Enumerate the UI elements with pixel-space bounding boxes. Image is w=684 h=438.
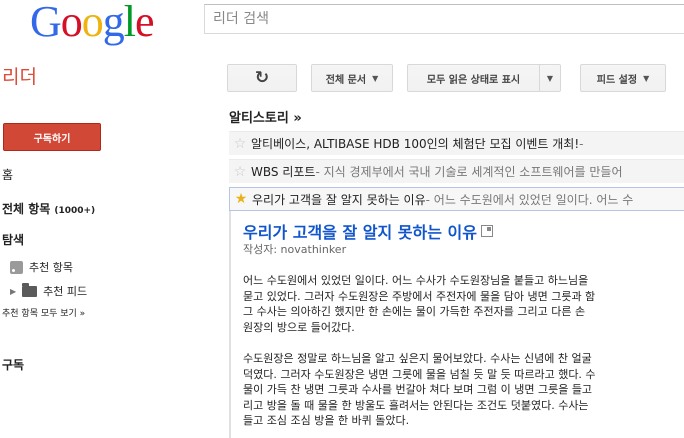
text-line: 물이 가득 찬 냉면 그릇과 수사를 번갈아 쳐다 보며 그럼 이 냉면 그릇을… <box>243 383 593 396</box>
logo-letter: l <box>123 0 136 46</box>
text-line: 묻고 있었다. 그러자 수도원장은 주방에서 주전자에 물을 담아 냉면 그릇과… <box>243 289 596 303</box>
stream-title[interactable]: 알티스토리 » <box>229 107 302 126</box>
item-title: WBS 리포트 <box>251 165 316 179</box>
item-snippet: - <box>579 136 584 151</box>
expand-arrow-icon[interactable]: ▶ <box>10 287 16 296</box>
text-line: 리고 방을 돌 때 물을 한 방울도 흘려서는 안된다는 조건도 덧붙였다. 수… <box>243 398 589 412</box>
star-icon[interactable]: ☆ <box>229 164 251 180</box>
entry-author: 작성자: novathinker <box>243 243 347 256</box>
sidebar-item-all-items[interactable]: 전체 항목 (1000+) <box>2 200 95 217</box>
chevron-down-icon: ▼ <box>643 73 650 83</box>
search-input[interactable] <box>204 4 684 34</box>
recommended-all-link[interactable]: 추천 항목 모두 보기 » <box>2 306 85 319</box>
list-item[interactable]: ☆ WBS 리포트 - 지식 경제부에서 국내 기술로 세계적인 소프트웨어를 … <box>229 159 684 183</box>
text-line: 덕였다. 그러자 수도원장은 냉면 그릇에 물을 넘칠 듯 말 듯 따르라고 했… <box>243 367 596 381</box>
external-link-icon[interactable] <box>480 225 493 237</box>
sidebar-item-recommended-feeds[interactable]: ▶ 추천 피드 <box>10 283 87 299</box>
refresh-button[interactable]: ↻ <box>227 64 297 92</box>
logo-letter: o <box>81 0 104 46</box>
logo-letter: e <box>135 0 155 46</box>
mark-all-read-dropdown[interactable]: ▼ <box>539 64 561 92</box>
app-title: 리더 <box>2 66 37 88</box>
feed-settings-label: 피드 설정 <box>596 74 638 86</box>
sidebar-section-subscriptions[interactable]: 구독 <box>2 356 24 373</box>
subscribe-button[interactable]: 구독하기 <box>3 123 101 151</box>
entry-paragraph: 수도원장은 정말로 하느님을 알고 싶은지 물어보았다. 수사는 신념에 찬 얼… <box>243 351 684 429</box>
chevron-down-icon: ▼ <box>546 73 554 83</box>
unread-count: (1000+) <box>54 206 96 216</box>
all-docs-label: 전체 문서 <box>325 74 367 86</box>
text-line: 그 수사는 의아하긴 했지만 한 손에는 물이 가득한 주전자를 그리고 다른 … <box>243 305 586 318</box>
text-line: 들고 조심 조심 방을 한 바퀴 돌았다. <box>243 414 410 427</box>
sidebar-item-home[interactable]: 홈 <box>2 166 13 183</box>
sidebar-item-recommended-items[interactable]: 추천 항목 <box>10 259 73 275</box>
text-line: 어느 수도원에서 있었던 일이다. 어느 수사가 수도원장님을 붙들고 하느님을 <box>243 274 589 287</box>
item-snippet: - 어느 수도원에서 있었던 일이다. 어느 수 <box>425 192 634 207</box>
all-docs-dropdown[interactable]: 전체 문서 ▼ <box>311 64 393 92</box>
logo-letter: o <box>60 0 83 46</box>
item-snippet: - 지식 경제부에서 국내 기술로 세계적인 소프트웨어를 만들어 <box>315 165 623 179</box>
entry-title-link[interactable]: 우리가 고객을 잘 알지 못하는 이유 <box>243 219 493 243</box>
item-title: 우리가 고객을 잘 알지 못하는 이유 <box>252 192 426 207</box>
mark-all-read-label: 모두 읽은 상태로 표시 <box>426 74 521 86</box>
item-title: 알티베이스, ALTIBASE HDB 100인의 체험단 모집 이벤트 개최! <box>251 137 580 151</box>
sidebar-item-label: 추천 피드 <box>43 285 88 298</box>
refresh-icon: ↻ <box>254 68 270 88</box>
sidebar-section-explore[interactable]: 탐색 <box>2 231 24 248</box>
entry-paragraph: 어느 수도원에서 있었던 일이다. 어느 수사가 수도원장님을 붙들고 하느님을… <box>243 273 684 335</box>
text-line: 원장의 방으로 들어갔다. <box>243 320 355 334</box>
sidebar-item-label: 추천 항목 <box>29 261 73 274</box>
entry-body: 우리가 고객을 잘 알지 못하는 이유 작성자: novathinker 어느 … <box>229 211 684 438</box>
google-logo[interactable]: Google <box>30 0 155 47</box>
text-line: 수도원장은 정말로 하느님을 알고 싶은지 물어보았다. 수사는 신념에 찬 얼… <box>243 352 592 365</box>
rss-icon <box>10 260 23 274</box>
logo-letter: G <box>30 0 62 46</box>
sidebar-item-label: 전체 항목 <box>2 202 51 216</box>
top-bar: Google <box>0 0 684 50</box>
list-item-selected[interactable]: ★ 우리가 고객을 잘 알지 못하는 이유 - 어느 수도원에서 있었던 일이다… <box>229 187 684 211</box>
mark-all-read-button[interactable]: 모두 읽은 상태로 표시 <box>407 64 539 92</box>
folder-icon <box>22 283 38 297</box>
feed-settings-dropdown[interactable]: 피드 설정 ▼ <box>580 64 666 92</box>
entry-title: 우리가 고객을 잘 알지 못하는 이유 <box>243 223 477 242</box>
star-icon[interactable]: ★ <box>230 191 252 207</box>
list-item[interactable]: ☆ 알티베이스, ALTIBASE HDB 100인의 체험단 모집 이벤트 개… <box>229 131 684 155</box>
star-icon[interactable]: ☆ <box>229 136 251 152</box>
chevron-down-icon: ▼ <box>372 73 379 83</box>
logo-letter: g <box>102 0 125 46</box>
